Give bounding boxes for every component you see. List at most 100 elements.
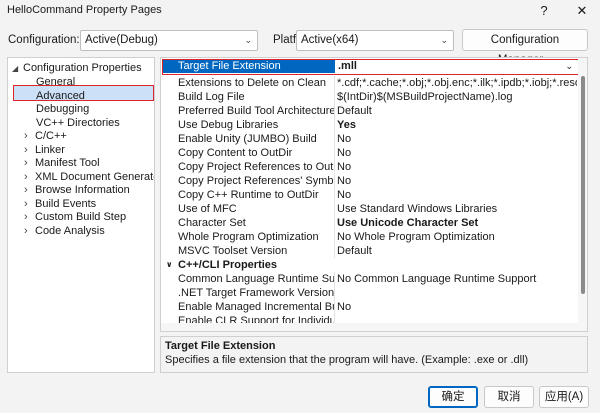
selected-property-row[interactable]: Target File Extension .mll ⌄ <box>162 59 580 75</box>
column-divider <box>334 244 335 258</box>
property-row[interactable]: Build Log File $(IntDir)$(MSBuildProjectN… <box>161 90 577 104</box>
property-tree[interactable]: ◢ Configuration Properties General Advance… <box>7 57 155 373</box>
property-name: Copy Project References' Symbols <box>178 175 335 187</box>
property-row[interactable]: .NET Target Framework Version <box>161 286 577 300</box>
scrollbar-thumb[interactable] <box>581 76 585 294</box>
chevron-right-icon[interactable]: › <box>24 183 35 197</box>
tree-item-xml-document-generator[interactable]: › XML Document Generator <box>24 170 154 184</box>
property-row[interactable]: Enable Managed Incremental Build No <box>161 300 577 314</box>
property-row[interactable]: Copy Project References to OutDir No <box>161 160 577 174</box>
property-row[interactable]: Character Set Use Unicode Character Set <box>161 216 577 230</box>
chevron-down-icon: ⌄ <box>244 35 252 45</box>
configuration-manager-button[interactable]: Configuration Manager... <box>462 29 588 66</box>
property-value[interactable]: No <box>337 174 577 188</box>
property-name: Use of MFC <box>178 203 237 215</box>
tree-item-debugging[interactable]: Debugging <box>36 102 89 116</box>
cancel-button[interactable]: 取消 <box>484 386 534 408</box>
column-divider <box>334 286 335 300</box>
apply-button[interactable]: 应用(A) <box>539 386 589 408</box>
chevron-right-icon[interactable]: › <box>24 143 35 157</box>
tree-item-custom-build-step[interactable]: › Custom Build Step <box>24 210 126 224</box>
tree-item-code-analysis[interactable]: › Code Analysis <box>24 224 105 238</box>
window-title: HelloCommand Property Pages <box>7 4 162 16</box>
tree-item-advanced[interactable]: Advanced <box>36 89 85 103</box>
column-divider <box>334 76 335 90</box>
tree-item-browse-information[interactable]: › Browse Information <box>24 183 130 197</box>
property-grid[interactable]: Target File Extension .mll ⌄ Extensions … <box>160 57 588 332</box>
property-name: MSVC Toolset Version <box>178 245 288 257</box>
property-value[interactable]: Use Unicode Character Set <box>337 216 577 230</box>
property-row[interactable]: Copy C++ Runtime to OutDir No <box>161 188 577 202</box>
close-button[interactable]: ✕ <box>570 1 594 21</box>
help-button[interactable]: ? <box>532 1 556 21</box>
property-value[interactable]: No <box>337 188 577 202</box>
column-divider <box>334 146 335 160</box>
property-row[interactable]: Copy Content to OutDir No <box>161 146 577 160</box>
column-divider <box>334 202 335 216</box>
property-row[interactable]: Preferred Build Tool Architecture Default <box>161 104 577 118</box>
property-name: Copy Project References to OutDir <box>178 161 335 173</box>
column-divider <box>334 160 335 174</box>
tree-item-vc-directories[interactable]: VC++ Directories <box>36 116 120 130</box>
property-value[interactable]: No <box>337 160 577 174</box>
property-row[interactable]: Copy Project References' Symbols No <box>161 174 577 188</box>
chevron-right-icon[interactable]: › <box>24 224 35 238</box>
tree-item-manifest-tool[interactable]: › Manifest Tool <box>24 156 100 170</box>
property-value[interactable]: No Common Language Runtime Support <box>337 272 577 286</box>
property-row[interactable]: Use of MFC Use Standard Windows Libraries <box>161 202 577 216</box>
tree-item-build-events[interactable]: › Build Events <box>24 197 96 211</box>
platform-dropdown[interactable]: Active(x64) ⌄ <box>296 30 454 51</box>
ok-button[interactable]: 确定 <box>428 386 478 408</box>
column-divider <box>334 174 335 188</box>
tree-item-c-c-[interactable]: › C/C++ <box>24 129 67 143</box>
column-divider <box>334 132 335 146</box>
chevron-right-icon[interactable]: › <box>24 156 35 170</box>
chevron-down-icon[interactable]: ⌄ <box>565 60 573 73</box>
tree-root-configuration-properties[interactable]: ◢ Configuration Properties <box>12 61 142 75</box>
selected-property-value[interactable]: .mll ⌄ <box>336 60 576 73</box>
description-title: Target File Extension <box>165 340 276 352</box>
property-name: Character Set <box>178 217 246 229</box>
property-name: Common Language Runtime Support <box>178 273 335 285</box>
property-row[interactable]: Extensions to Delete on Clean *.cdf;*.cac… <box>161 76 577 90</box>
property-value[interactable]: Default <box>337 244 577 258</box>
property-value[interactable]: No Whole Program Optimization <box>337 230 577 244</box>
column-divider <box>334 272 335 286</box>
platform-value: Active(x64) <box>301 34 359 46</box>
property-value[interactable]: $(IntDir)$(MSBuildProjectName).log <box>337 90 577 104</box>
property-value[interactable]: No <box>337 300 577 314</box>
tree-item-linker[interactable]: › Linker <box>24 143 65 157</box>
property-name: Preferred Build Tool Architecture <box>178 105 335 117</box>
property-row[interactable]: MSVC Toolset Version Default <box>161 244 577 258</box>
column-divider <box>334 188 335 202</box>
chevron-right-icon[interactable]: › <box>24 170 35 184</box>
column-divider <box>334 230 335 244</box>
property-row[interactable]: Enable Unity (JUMBO) Build No <box>161 132 577 146</box>
tree-item-general[interactable]: General <box>36 75 75 89</box>
column-divider <box>334 300 335 314</box>
chevron-right-icon[interactable]: › <box>24 129 35 143</box>
property-value[interactable]: No <box>337 146 577 160</box>
property-value[interactable]: Default <box>337 104 577 118</box>
property-name: Build Log File <box>178 91 245 103</box>
column-divider <box>334 90 335 104</box>
property-row[interactable]: Use Debug Libraries Yes <box>161 118 577 132</box>
description-text: Specifies a file extension that the prog… <box>165 354 529 366</box>
configuration-dropdown[interactable]: Active(Debug) ⌄ <box>80 30 258 51</box>
chevron-down-icon: ⌄ <box>440 35 448 45</box>
property-name: Extensions to Delete on Clean <box>178 77 326 89</box>
property-value[interactable]: Yes <box>337 118 577 132</box>
chevron-right-icon[interactable]: › <box>24 210 35 224</box>
property-value[interactable]: No <box>337 132 577 146</box>
selected-property-name: Target File Extension <box>163 60 335 73</box>
property-value[interactable]: Use Standard Windows Libraries <box>337 202 577 216</box>
property-value[interactable]: *.cdf;*.cache;*.obj;*.obj.enc;*.ilk;*.ip… <box>337 76 577 90</box>
property-row[interactable]: Whole Program Optimization No Whole Progr… <box>161 230 577 244</box>
property-row[interactable]: Common Language Runtime SupportNo Common… <box>161 272 577 286</box>
chevron-down-icon[interactable]: ∨ <box>166 258 173 272</box>
category-cpp-cli[interactable]: ∨ C++/CLI Properties <box>161 258 577 272</box>
column-divider <box>334 118 335 132</box>
configuration-label: Configuration: <box>8 34 80 46</box>
chevron-right-icon[interactable]: › <box>24 197 35 211</box>
horizontal-scrollbar[interactable] <box>161 323 580 331</box>
